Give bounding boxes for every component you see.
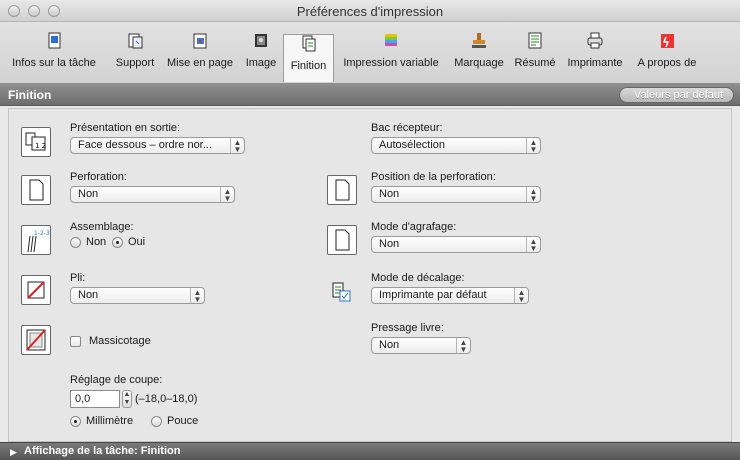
output-presentation-icon: 1 2 xyxy=(21,127,51,157)
tab-summary[interactable]: Résumé xyxy=(512,32,558,82)
tab-printer-label: Imprimante xyxy=(567,57,623,69)
punch-value: Non xyxy=(78,188,99,200)
output-tray-label: Bac récepteur: xyxy=(371,122,443,134)
output-presentation-select[interactable]: Face dessous – ordre nor... ▲ ▼ xyxy=(70,137,245,154)
book-press-label: Pressage livre: xyxy=(371,322,444,334)
collate-no-label: Non xyxy=(86,236,107,248)
punch-select[interactable]: Non ▲ ▼ xyxy=(70,186,235,203)
tab-about-label: A propos de xyxy=(637,57,697,69)
offset-mode-value: Imprimante par défaut xyxy=(379,289,487,301)
unit-mm-radio[interactable] xyxy=(70,416,81,427)
paper-icon xyxy=(128,33,143,49)
up-down-arrows-icon: ▲ ▼ xyxy=(230,138,244,153)
tab-printer[interactable]: Imprimante xyxy=(562,32,628,82)
offset-mode-icon xyxy=(331,281,353,306)
print-preferences-window: Préférences d'impression Infos sur la tâ… xyxy=(0,0,740,460)
book-press-value: Non xyxy=(379,339,400,351)
about-icon xyxy=(661,34,674,48)
collate-yes-label: Oui xyxy=(128,236,146,248)
staple-mode-label: Mode d'agrafage: xyxy=(371,221,457,233)
defaults-button[interactable]: Valeurs par défaut xyxy=(618,87,734,103)
section-header: Finition Valeurs par défaut xyxy=(0,84,740,106)
trim-checkbox[interactable] xyxy=(70,336,81,347)
staple-mode-icon xyxy=(327,225,357,255)
unit-inch-radio[interactable] xyxy=(151,416,162,427)
image-icon xyxy=(255,34,267,47)
section-title: Finition xyxy=(8,88,52,102)
output-presentation-value: Face dessous – ordre nor... xyxy=(78,139,212,151)
punch-position-label: Position de la perforation: xyxy=(371,171,496,183)
output-tray-select[interactable]: Autosélection ▲ ▼ xyxy=(371,137,541,154)
svg-text:1 2: 1 2 xyxy=(35,142,46,150)
tab-stamping-label: Marquage xyxy=(454,57,504,69)
punch-icon xyxy=(21,175,51,205)
unit-mm-label: Millimètre xyxy=(86,415,134,427)
tab-layout[interactable]: Mise en page xyxy=(163,32,237,82)
up-down-arrows-icon: ▲ ▼ xyxy=(514,288,528,303)
tab-job-info-label: Infos sur la tâche xyxy=(12,57,96,69)
punch-position-value: Non xyxy=(379,188,400,200)
tab-media[interactable]: Support xyxy=(110,32,160,82)
trim-icon xyxy=(21,325,51,355)
job-view-label: Affichage de la tâche: Finition xyxy=(24,445,181,457)
tab-finishing[interactable]: Finition xyxy=(283,34,334,82)
output-tray-value: Autosélection xyxy=(379,139,446,151)
collate-no-radio[interactable] xyxy=(70,237,81,248)
tab-finishing-label: Finition xyxy=(290,60,327,72)
unit-inch-label: Pouce xyxy=(167,415,199,427)
punch-label: Perforation: xyxy=(70,171,127,183)
book-press-select[interactable]: Non ▲ ▼ xyxy=(371,337,471,354)
punch-position-icon xyxy=(327,175,357,205)
fold-select[interactable]: Non ▲ ▼ xyxy=(70,287,205,304)
up-down-arrows-icon: ▲ ▼ xyxy=(526,138,540,153)
offset-mode-select[interactable]: Imprimante par défaut ▲ ▼ xyxy=(371,287,529,304)
toolbar: Infos sur la tâche Support Mise en page … xyxy=(0,22,740,84)
output-presentation-label: Présentation en sortie: xyxy=(70,122,181,134)
tab-job-info[interactable]: Infos sur la tâche xyxy=(4,32,104,82)
collate-label: Assemblage: xyxy=(70,221,134,233)
variable-print-icon xyxy=(385,34,397,46)
staple-mode-select[interactable]: Non ▲ ▼ xyxy=(371,236,541,253)
staple-mode-value: Non xyxy=(379,238,400,250)
tab-layout-label: Mise en page xyxy=(166,57,234,69)
trim-adjust-label: Réglage de coupe: xyxy=(70,374,163,386)
summary-icon xyxy=(528,32,542,49)
title-bar: Préférences d'impression xyxy=(0,0,740,22)
tab-about[interactable]: A propos de xyxy=(632,32,702,82)
trim-adjust-range: (–18,0–18,0) xyxy=(135,393,198,405)
document-info-icon xyxy=(48,32,61,49)
up-down-arrows-icon: ▲ ▼ xyxy=(526,187,540,202)
trim-adjust-input[interactable]: 0,0 xyxy=(70,390,120,408)
up-down-arrows-icon: ▲ ▼ xyxy=(190,288,204,303)
disclosure-triangle-icon: ▶ xyxy=(10,447,17,457)
tab-stamping[interactable]: Marquage xyxy=(449,32,509,82)
up-down-arrows-icon: ▲ ▼ xyxy=(456,338,470,353)
punch-position-select[interactable]: Non ▲ ▼ xyxy=(371,186,541,203)
layout-icon xyxy=(193,33,207,49)
tab-summary-label: Résumé xyxy=(514,57,556,69)
fold-label: Pli: xyxy=(70,272,86,284)
finishing-icon xyxy=(302,35,315,52)
printer-icon xyxy=(587,32,603,49)
tab-media-label: Support xyxy=(115,57,155,69)
tab-variable-print[interactable]: Impression variable xyxy=(337,32,445,82)
stamp-icon xyxy=(472,33,486,48)
tab-image-label: Image xyxy=(245,57,277,69)
fold-value: Non xyxy=(78,289,99,301)
offset-mode-label: Mode de décalage: xyxy=(371,272,465,284)
tab-image[interactable]: Image xyxy=(241,32,281,82)
up-down-arrows-icon: ▲ ▼ xyxy=(526,237,540,252)
collate-yes-radio[interactable] xyxy=(112,237,123,248)
up-down-arrows-icon: ▲ ▼ xyxy=(220,187,234,202)
finishing-panel: 1 2 Présentation en sortie: Face dessous… xyxy=(8,108,732,442)
tab-variable-print-label: Impression variable xyxy=(343,57,439,69)
window-title: Préférences d'impression xyxy=(296,4,444,19)
collate-icon: 1-2-3 xyxy=(21,225,51,255)
job-view-disclosure[interactable]: ▶ Affichage de la tâche: Finition xyxy=(0,442,740,460)
fold-icon xyxy=(21,275,51,305)
trim-label: Massicotage xyxy=(89,335,151,347)
trim-adjust-stepper[interactable]: ▲ ▼ xyxy=(122,390,132,408)
svg-text:1-2-3: 1-2-3 xyxy=(34,230,50,237)
